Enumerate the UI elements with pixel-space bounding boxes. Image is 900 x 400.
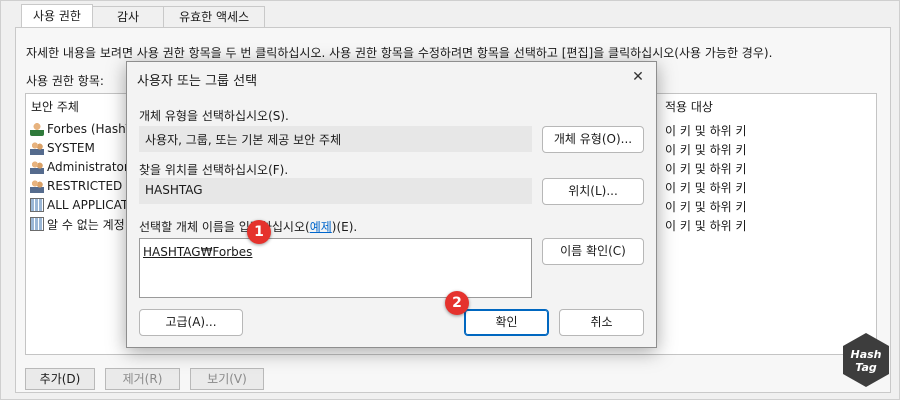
applies-to-value: 이 키 및 하위 키 — [665, 143, 747, 157]
add-button[interactable]: 추가(D) — [25, 368, 95, 390]
applies-to-value: 이 키 및 하위 키 — [665, 162, 747, 176]
object-names-label-suffix: )(E). — [331, 220, 358, 234]
principal-name: RESTRICTED — [47, 179, 123, 193]
principal-name: SYSTEM — [47, 141, 95, 155]
column-header-applies-to[interactable]: 적용 대상 — [665, 98, 713, 115]
instructions-text: 자세한 내용을 보려면 사용 권한 항목을 두 번 클릭하십시오. 사용 권한 … — [26, 46, 773, 60]
dialog-title: 사용자 또는 그룹 선택 — [137, 74, 258, 89]
app-package-icon — [30, 198, 44, 212]
advanced-button[interactable]: 고급(A)... — [139, 309, 243, 336]
check-names-button[interactable]: 이름 확인(C) — [542, 238, 644, 265]
user-icon — [30, 122, 44, 136]
step-2-marker: 2 — [445, 291, 469, 315]
select-users-dialog: 사용자 또는 그룹 선택 ✕ 개체 유형을 선택하십시오(S). 사용자, 그룹… — [126, 61, 657, 348]
object-names-input[interactable]: HASHTAG₩Forbes — [139, 238, 532, 298]
cancel-button[interactable]: 취소 — [559, 309, 644, 336]
list-item[interactable]: Administrators — [30, 158, 135, 176]
applies-to-value: 이 키 및 하위 키 — [665, 181, 747, 195]
tab-strip: 사용 권한 감사 유효한 액세스 — [21, 4, 266, 28]
tab-auditing[interactable]: 감사 — [91, 6, 165, 28]
principal-name: Administrators — [47, 160, 136, 174]
list-item[interactable]: 알 수 없는 계정 — [30, 215, 125, 233]
tab-effective-access[interactable]: 유효한 액세스 — [163, 6, 266, 28]
object-type-field: 사용자, 그룹, 또는 기본 제공 보안 주체 — [139, 126, 532, 152]
remove-button[interactable]: 제거(R) — [105, 368, 180, 390]
list-item[interactable]: SYSTEM — [30, 139, 95, 157]
view-button[interactable]: 보기(V) — [190, 368, 264, 390]
svg-text:Tag: Tag — [855, 361, 877, 374]
list-item[interactable]: Forbes (HashTa — [30, 120, 138, 138]
principal-name: Forbes (HashTa — [47, 122, 139, 136]
svg-text:Hash: Hash — [850, 348, 881, 361]
object-names-value: HASHTAG₩Forbes — [143, 245, 253, 259]
hashtag-watermark-logo: Hash Tag — [841, 332, 891, 388]
object-type-label: 개체 유형을 선택하십시오(S). — [139, 109, 289, 123]
applies-to-value: 이 키 및 하위 키 — [665, 219, 747, 233]
ok-button[interactable]: 확인 — [464, 309, 549, 336]
step-1-marker: 1 — [247, 220, 271, 244]
tab-permissions[interactable]: 사용 권한 — [21, 4, 93, 28]
permission-entries-label: 사용 권한 항목: — [26, 74, 104, 88]
principal-name: 알 수 없는 계정 — [47, 217, 125, 232]
group-icon — [30, 179, 44, 193]
group-icon — [30, 160, 44, 174]
applies-to-value: 이 키 및 하위 키 — [665, 124, 747, 138]
close-icon[interactable]: ✕ — [626, 66, 650, 88]
locations-button[interactable]: 위치(L)... — [542, 178, 644, 205]
location-label: 찾을 위치를 선택하십시오(F). — [139, 163, 289, 177]
location-field: HASHTAG — [139, 178, 532, 204]
group-icon — [30, 141, 44, 155]
list-item[interactable]: RESTRICTED — [30, 177, 122, 195]
column-header-principal[interactable]: 보안 주체 — [31, 98, 79, 115]
permissions-window: 사용 권한 감사 유효한 액세스 자세한 내용을 보려면 사용 권한 항목을 두… — [0, 0, 900, 400]
examples-link[interactable]: 예제 — [310, 220, 332, 234]
app-package-icon — [30, 217, 44, 231]
list-item[interactable]: ALL APPLICATIO — [30, 196, 141, 214]
object-types-button[interactable]: 개체 유형(O)... — [542, 126, 644, 153]
object-names-label-text: 선택할 개체 이름을 입력하십시오( — [139, 220, 310, 234]
applies-to-value: 이 키 및 하위 키 — [665, 200, 747, 214]
